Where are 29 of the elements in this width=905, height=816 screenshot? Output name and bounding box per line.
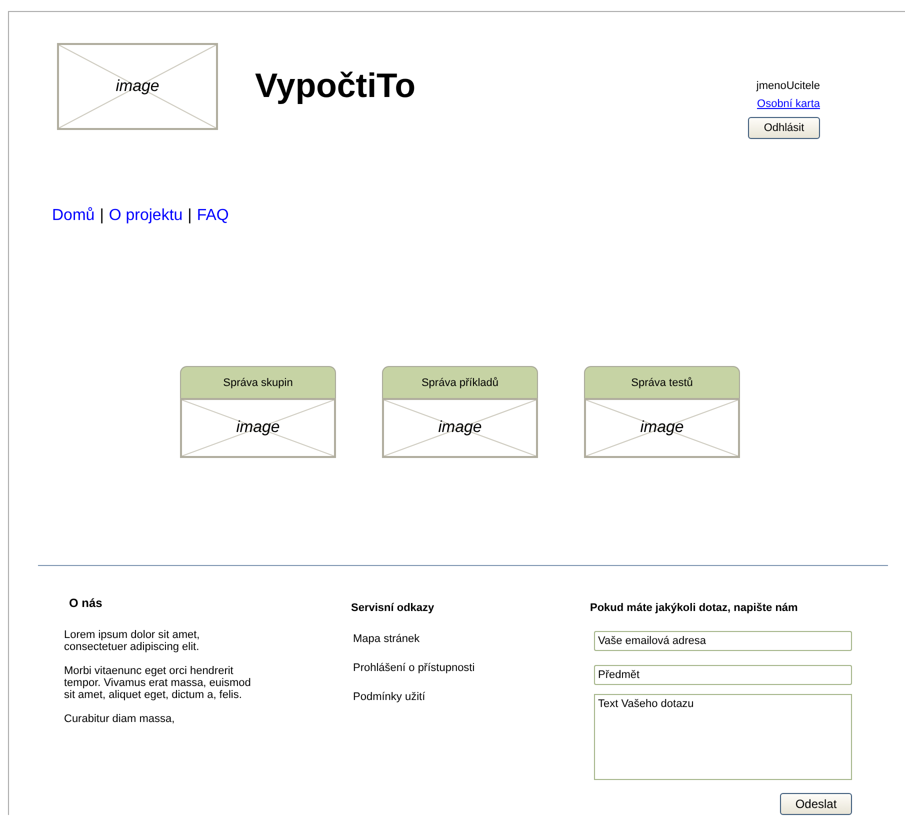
- message-field[interactable]: Text Vašeho dotazu: [594, 694, 852, 780]
- section-heading: O nás: [69, 596, 104, 610]
- send-button[interactable]: Odeslat: [780, 793, 852, 815]
- placeholder-label: image: [236, 419, 280, 437]
- placeholder-label: image: [640, 419, 684, 437]
- footer-link[interactable]: Mapa stránek: [353, 633, 590, 645]
- nav-separator: |: [100, 207, 104, 226]
- site-title: VypočtiTo: [255, 67, 416, 107]
- section-heading: Servisní odkazy: [351, 602, 436, 614]
- placeholder-label: image: [116, 78, 160, 96]
- nav-separator: |: [188, 207, 192, 226]
- subject-field[interactable]: Předmět: [594, 665, 852, 685]
- paragraph: Morbi vitaenunc eget orci hendrerit tempor. Vivamus erat massa, euismod sit amet, aliquet eget, dictum a, felis.: [64, 665, 252, 701]
- placeholder-label: image: [438, 419, 482, 437]
- tile-header[interactable]: Správa skupin: [180, 366, 336, 398]
- paragraph: Lorem ipsum dolor sit amet, consectetuer adipiscing elit.: [64, 629, 201, 653]
- email-field[interactable]: Vaše emailová adresa: [594, 631, 852, 651]
- tile-header[interactable]: Správa příkladů: [382, 366, 538, 398]
- profile-link[interactable]: Osobní karta: [757, 98, 820, 110]
- paragraph: Curabitur diam massa,: [64, 713, 176, 725]
- nav-link[interactable]: Domů: [52, 207, 95, 227]
- user-name: jmenoUcitele: [756, 80, 820, 92]
- footer-link[interactable]: Podmínky užití: [353, 691, 590, 703]
- footer-link[interactable]: Prohlášení o přístupnosti: [353, 662, 590, 674]
- nav-link[interactable]: FAQ: [196, 207, 229, 227]
- nav-link[interactable]: O projektu: [108, 207, 183, 227]
- tile-header[interactable]: Správa testů: [584, 366, 740, 398]
- logout-button[interactable]: Odhlásit: [748, 117, 820, 139]
- section-heading: Pokud máte jakýkoli dotaz, napište nám: [590, 602, 799, 614]
